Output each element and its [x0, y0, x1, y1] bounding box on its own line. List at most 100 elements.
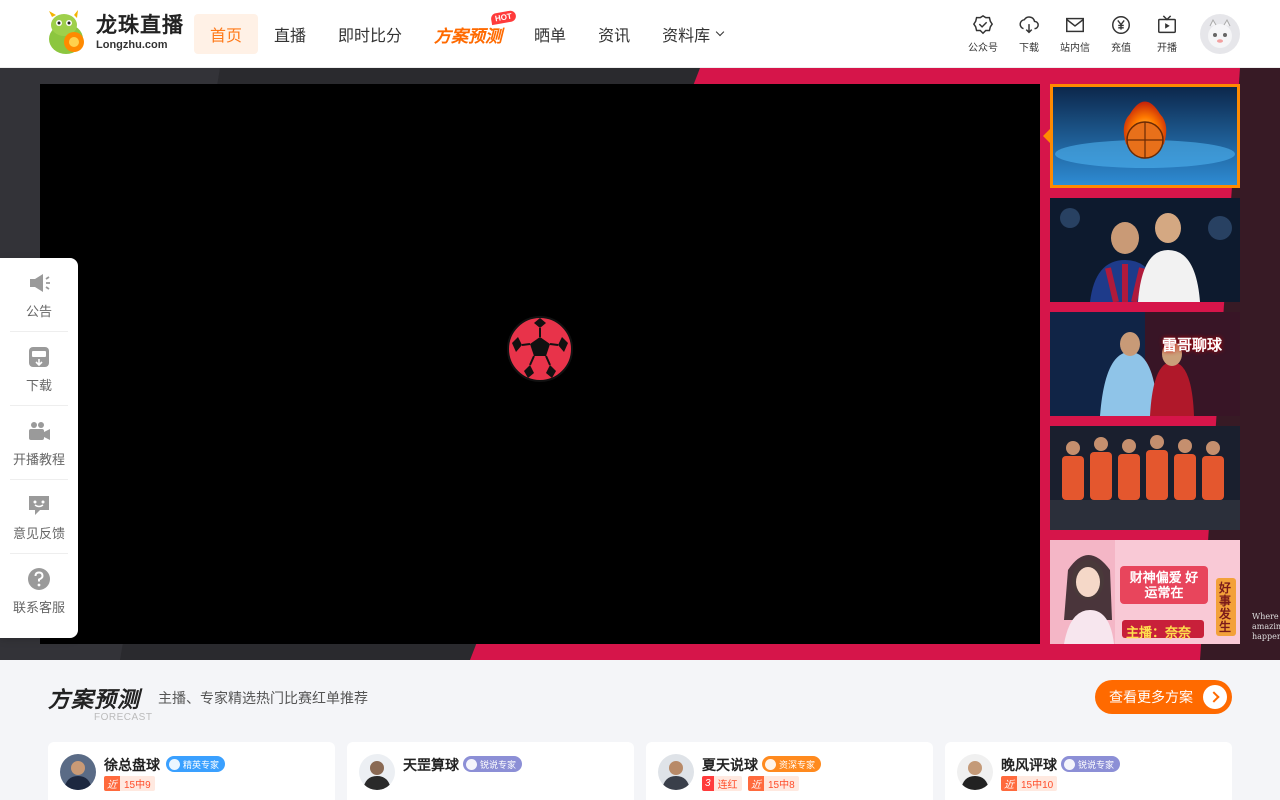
- section-title: 方案预测: [48, 682, 152, 714]
- main-nav: 首页 直播 即时比分 方案预测 HOT 晒单 资讯 资料库: [194, 9, 739, 54]
- section-description: 主播、专家精选热门比赛红单推荐: [158, 690, 368, 706]
- official-account-label: 公众号: [968, 43, 998, 54]
- live-thumbnail-list: 雷哥聊球 财神偏爱 好运常在 主播：奈奈 好事发生: [1050, 84, 1240, 654]
- chevron-down-icon: [715, 27, 725, 37]
- nav-forecast[interactable]: 方案预测 HOT: [418, 9, 518, 54]
- live-thumbnail[interactable]: [1050, 84, 1240, 188]
- live-thumbnail[interactable]: 雷哥聊球: [1050, 312, 1240, 416]
- expert-card[interactable]: 徐总盘球 精英专家 近 15中9: [48, 742, 335, 800]
- section-heading: 方案预测 FORECAST: [48, 682, 152, 723]
- video-camera-icon: [29, 421, 50, 440]
- expert-stat: 近 15中9: [104, 776, 155, 791]
- hero-section: 雷哥聊球 财神偏爱 好运常在 主播：奈奈 好事发生: [0, 68, 1280, 660]
- nav-news[interactable]: 资讯: [582, 14, 646, 54]
- sidebar-item-streaming-guide[interactable]: 开播教程: [10, 406, 68, 480]
- expert-stat: 近 15中8: [748, 776, 799, 791]
- expert-tag: 锐说专家: [1061, 756, 1121, 772]
- sidebar-item-label: 联系客服: [12, 600, 65, 615]
- expert-tag-label: 精英专家: [183, 759, 220, 770]
- promo-title: 财神偏爱 好运常在: [1129, 570, 1199, 600]
- thumbnail-title: 雷哥聊球: [1162, 337, 1223, 354]
- tv-icon: [1158, 15, 1176, 34]
- soccer-ball-icon: [507, 316, 573, 382]
- top-header: 龙珠直播 Longzhu.com 首页 直播 即时比分 方案预测 HOT 晒单 …: [0, 0, 1280, 68]
- stat-key: 近: [1001, 776, 1017, 791]
- promo-host-label: 主播：奈奈: [1126, 625, 1192, 640]
- download-button[interactable]: 下载: [1006, 14, 1052, 54]
- expert-name: 天罡算球: [403, 757, 459, 773]
- badge-check-icon: [972, 14, 994, 35]
- expert-avatar: [957, 754, 993, 790]
- nav-home[interactable]: 首页: [194, 14, 259, 54]
- nav-live-score[interactable]: 即时比分: [322, 14, 418, 54]
- expert-avatar: [658, 754, 694, 790]
- sidebar-item-feedback[interactable]: 意见反馈: [10, 480, 68, 554]
- cloud-download-icon: [1019, 16, 1039, 34]
- stat-key: 近: [104, 776, 120, 791]
- live-thumbnail[interactable]: [1050, 426, 1240, 530]
- expert-stat: 近 15中10: [1001, 776, 1058, 791]
- promo-side-text: 好事发生: [1219, 581, 1232, 634]
- dragon-mascot-icon: [44, 9, 92, 57]
- nav-showcase[interactable]: 晒单: [518, 14, 582, 54]
- expert-name: 夏天说球: [702, 757, 758, 773]
- verified-icon: [169, 758, 180, 770]
- feedback-icon: [29, 495, 49, 515]
- video-player[interactable]: [40, 84, 1040, 644]
- go-live-button[interactable]: 开播: [1144, 14, 1190, 54]
- verified-icon: [466, 758, 477, 770]
- football-stars-banner-image: [1050, 312, 1240, 416]
- stat-key: 3: [702, 776, 714, 791]
- recharge-button[interactable]: 充值: [1098, 14, 1144, 54]
- expert-card[interactable]: 晚风评球 锐说专家 近 15中10: [945, 742, 1232, 800]
- header-toolbar: 公众号 下载 站内信 充值 开播: [960, 14, 1190, 54]
- live-thumbnail[interactable]: [1050, 198, 1240, 302]
- download-label: 下载: [1019, 43, 1039, 54]
- help-icon: [28, 568, 50, 590]
- floating-sidebar: 公告 下载 开播教程 意见反馈 联系客服: [0, 258, 78, 638]
- expert-card[interactable]: 天罡算球 锐说专家: [347, 742, 634, 800]
- stat-key: 近: [748, 776, 764, 791]
- sidebar-item-announcement[interactable]: 公告: [10, 258, 68, 332]
- sidebar-item-label: 开播教程: [12, 451, 65, 467]
- expert-stat: 3 连红: [702, 776, 742, 791]
- medal-icon: [765, 758, 776, 770]
- messages-label: 站内信: [1060, 43, 1090, 54]
- sidebar-item-customer-service[interactable]: 联系客服: [10, 554, 68, 628]
- flaming-basketball-image: [1050, 84, 1240, 188]
- hot-badge: HOT: [490, 9, 517, 26]
- stat-value: 15中10: [1017, 776, 1058, 791]
- verified-icon: [1064, 758, 1075, 770]
- expert-tag-label: 锐说专家: [480, 759, 517, 770]
- expert-card-list: 徐总盘球 精英专家 近 15中9 天罡算球 锐说专家 夏天说球 资深专家 3 连红 …: [48, 742, 1232, 800]
- user-avatar[interactable]: [1200, 14, 1240, 54]
- sidebar-item-label: 公告: [25, 303, 52, 319]
- brand-title: 龙珠直播: [96, 14, 184, 37]
- sidebar-item-label: 下载: [25, 377, 52, 393]
- app-download-icon: [29, 346, 49, 367]
- expert-name: 晚风评球: [1001, 757, 1057, 773]
- stat-value: 15中8: [764, 776, 799, 791]
- expert-avatar: [359, 754, 395, 790]
- expert-card[interactable]: 夏天说球 资深专家 3 连红 近 15中8: [646, 742, 933, 800]
- official-account-button[interactable]: 公众号: [960, 14, 1006, 54]
- expert-tag: 锐说专家: [463, 756, 523, 772]
- nav-database-label: 资料库: [662, 28, 711, 45]
- site-logo[interactable]: 龙珠直播 Longzhu.com: [44, 9, 184, 57]
- expert-tag: 精英专家: [166, 756, 226, 772]
- stat-value: 连红: [713, 776, 742, 791]
- expert-tag: 资深专家: [762, 756, 822, 772]
- sidebar-item-download[interactable]: 下载: [10, 332, 68, 406]
- expert-tag-label: 锐说专家: [1078, 759, 1115, 770]
- go-live-label: 开播: [1157, 43, 1177, 54]
- brand-subtitle: Longzhu.com: [96, 39, 168, 51]
- nav-live[interactable]: 直播: [258, 14, 322, 54]
- nav-forecast-label: 方案预测: [434, 26, 503, 46]
- more-plans-label: 查看更多方案: [1109, 689, 1193, 705]
- more-plans-button[interactable]: 查看更多方案: [1095, 680, 1232, 714]
- messages-button[interactable]: 站内信: [1052, 14, 1098, 54]
- orange-team-lineup-image: [1050, 426, 1240, 530]
- nav-database[interactable]: 资料库: [646, 14, 739, 54]
- two-footballers-image: [1050, 198, 1240, 302]
- live-thumbnail[interactable]: 财神偏爱 好运常在 主播：奈奈 好事发生: [1050, 540, 1240, 644]
